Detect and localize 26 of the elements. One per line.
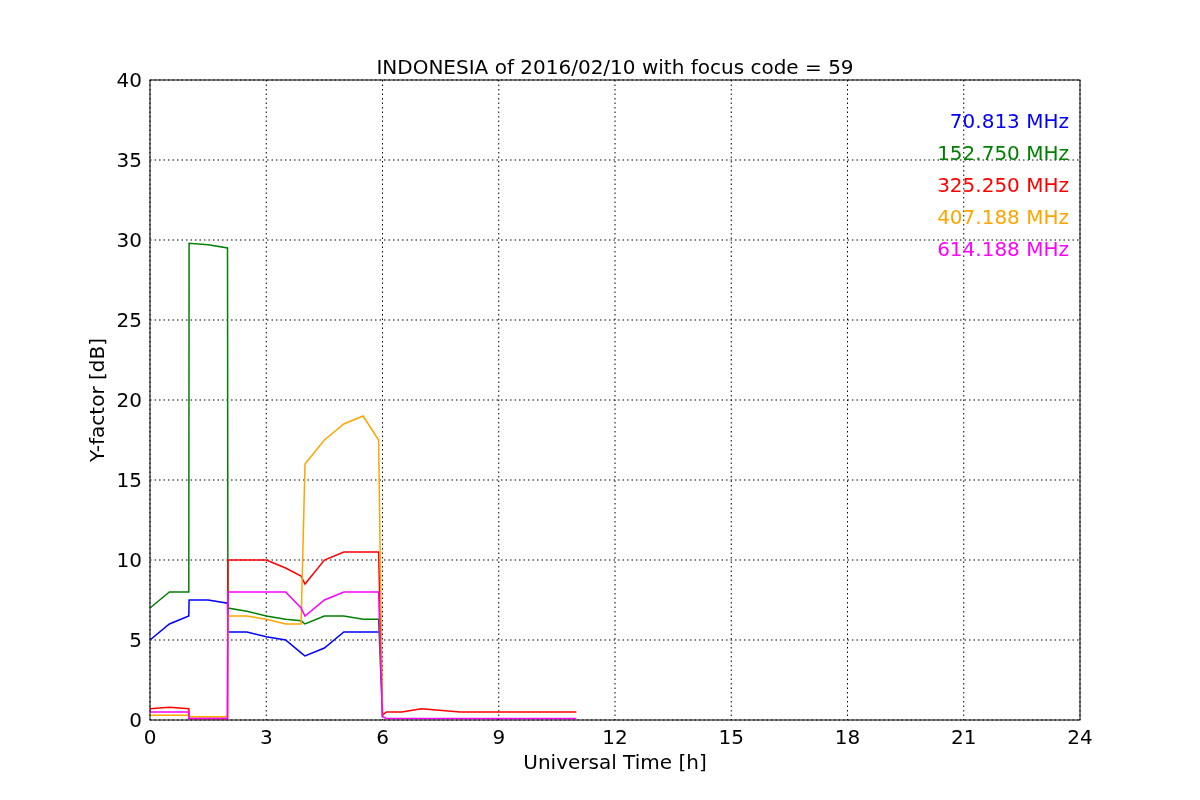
tick-label: 21 xyxy=(951,725,977,749)
tick-label: 30 xyxy=(116,228,142,252)
tick-label: 10 xyxy=(116,548,142,572)
tick-label: 0 xyxy=(129,708,142,732)
legend-label: 152.750 MHz xyxy=(937,141,1069,165)
tick-label: 20 xyxy=(116,388,142,412)
tick-label: 6 xyxy=(376,725,389,749)
tick-label: 3 xyxy=(259,725,273,749)
tick-label: 5 xyxy=(129,628,142,652)
x-axis-label: Universal Time [h] xyxy=(523,750,707,774)
tick-label: 24 xyxy=(1067,725,1093,749)
y-axis-label: Y-factor [dB] xyxy=(85,338,109,462)
tick-label: 9 xyxy=(492,725,506,749)
tick-label: 12 xyxy=(602,725,628,749)
tick-label: 0 xyxy=(143,725,157,749)
legend-label: 70.813 MHz xyxy=(949,109,1069,133)
tick-label: 35 xyxy=(116,148,142,172)
tick-label: 18 xyxy=(834,725,861,749)
legend-label: 325.250 MHz xyxy=(937,173,1069,197)
tick-label: 25 xyxy=(116,308,142,332)
legend-label: 614.188 MHz xyxy=(937,237,1069,261)
legend-label: 407.188 MHz xyxy=(937,205,1069,229)
tick-label: 15 xyxy=(718,725,744,749)
tick-label: 15 xyxy=(116,468,142,492)
tick-label: 40 xyxy=(116,68,142,92)
chart-title: INDONESIA of 2016/02/10 with focus code = 59 xyxy=(376,55,854,79)
